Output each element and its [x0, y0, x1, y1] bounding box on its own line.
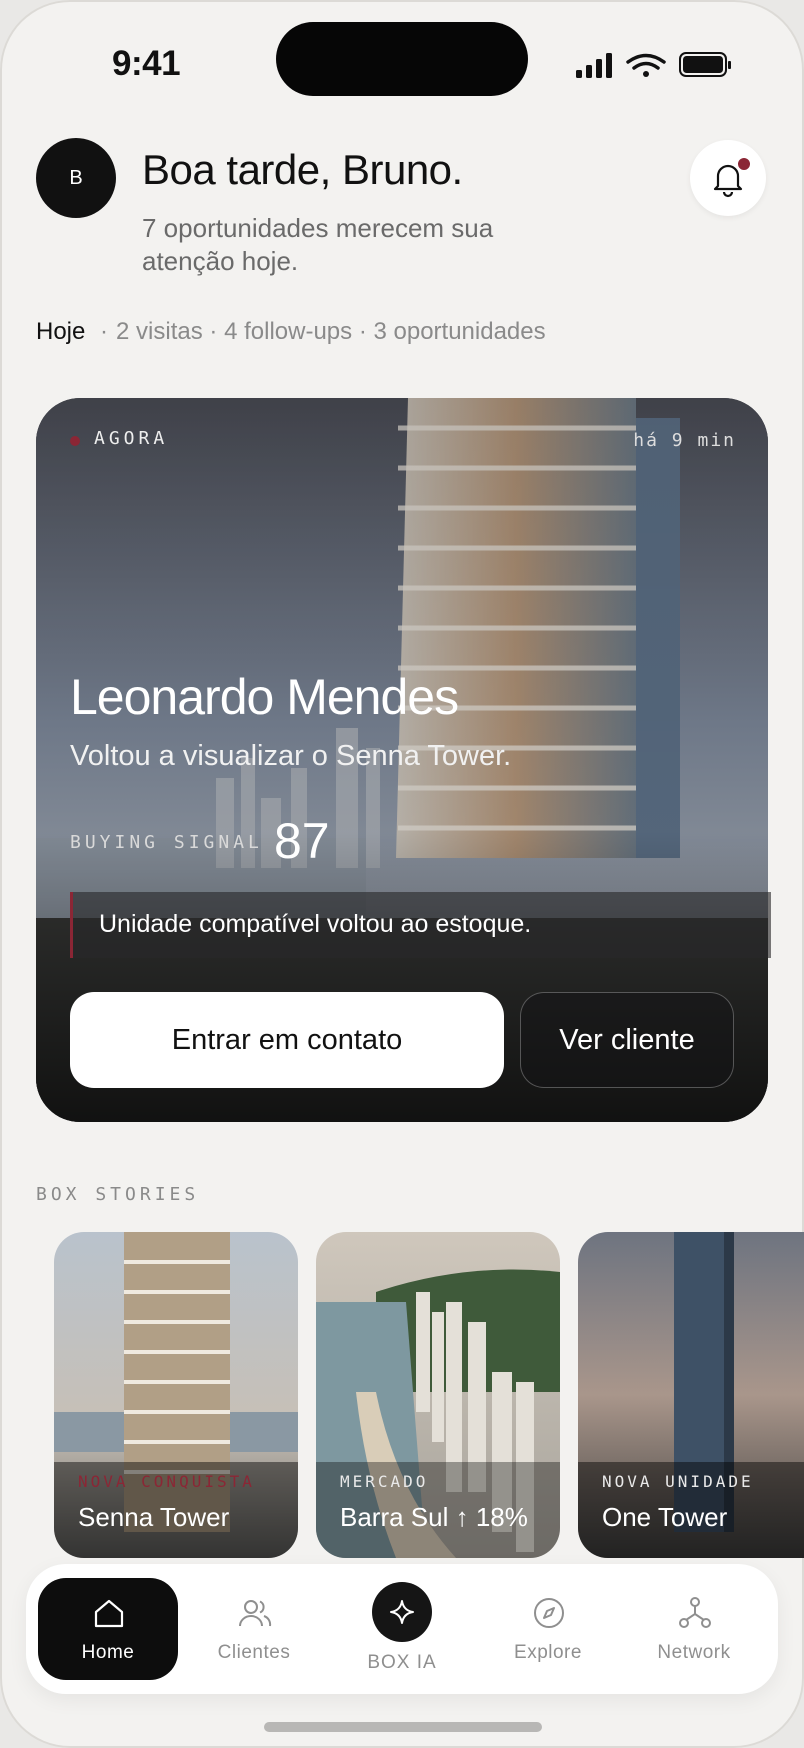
story-title: Barra Sul ↑ 18% [340, 1502, 528, 1532]
stories-section-label: BOX STORIES [36, 1184, 200, 1205]
summary-separator: · [100, 318, 109, 345]
avatar[interactable]: B [36, 138, 116, 218]
tab-explore-label: Explore [514, 1642, 582, 1663]
dynamic-island [276, 22, 528, 96]
tab-box-ia-label: BOX IA [367, 1652, 437, 1673]
notification-badge [736, 156, 752, 172]
live-status-dot [70, 436, 80, 446]
notifications-button[interactable] [690, 140, 766, 216]
greeting-subtitle: 7 oportunidades merecem sua atenção hoje… [142, 213, 494, 276]
story-tag: NOVA CONQUISTA [78, 1472, 255, 1491]
greeting-title: Boa tarde, Bruno. [142, 146, 463, 193]
lead-name: Leonardo Mendes [70, 669, 459, 725]
tab-home-label: Home [81, 1642, 135, 1663]
tab-network-label: Network [657, 1642, 731, 1663]
summary-visits: 2 visitas [116, 318, 203, 345]
tab-explore[interactable]: Explore [478, 1578, 618, 1680]
summary-opportunities: 3 oportunidades [373, 318, 546, 345]
users-icon [239, 1600, 272, 1627]
tab-network[interactable]: Network [624, 1578, 764, 1680]
tab-home[interactable]: Home [38, 1578, 178, 1680]
wifi-icon [626, 53, 666, 77]
story-tag: MERCADO [340, 1472, 429, 1491]
inventory-notice-text: Unidade compatível voltou ao estoque. [99, 910, 532, 938]
home-indicator [264, 1722, 542, 1732]
battery-icon [679, 52, 731, 77]
summary-separator: · [209, 318, 218, 345]
status-icons [576, 52, 731, 78]
summary-separator: · [358, 318, 367, 345]
tab-clientes-label: Clientes [217, 1642, 291, 1663]
bell-icon [713, 164, 743, 198]
tab-clientes[interactable]: Clientes [184, 1578, 324, 1680]
inventory-notice: Unidade compatível voltou ao estoque. [70, 892, 771, 958]
home-icon [94, 1599, 124, 1628]
live-status-label: AGORA [94, 428, 169, 449]
story-card[interactable]: NOVA CONQUISTA Senna Tower [54, 1232, 298, 1558]
story-title: One Tower [602, 1502, 728, 1532]
sparkle-icon [390, 1600, 414, 1624]
tab-box-ia[interactable] [372, 1582, 432, 1642]
today-summary: Hoje · 2 visitas · 4 follow-ups · 3 oport… [36, 318, 546, 346]
story-card[interactable]: NOVA UNIDADE One Tower [578, 1232, 804, 1558]
status-time: 9:41 [112, 44, 181, 83]
time-ago: há 9 min [633, 430, 736, 451]
summary-followups: 4 follow-ups [224, 318, 353, 345]
compass-icon [534, 1598, 564, 1628]
summary-today: Hoje [36, 318, 86, 345]
contact-button[interactable]: Entrar em contato [70, 992, 504, 1088]
view-client-button[interactable]: Ver cliente [520, 992, 734, 1088]
buying-signal-label: BUYING SIGNAL [70, 832, 263, 853]
buying-signal-score: 87 [274, 813, 330, 869]
avatar-initial: B [69, 166, 83, 189]
network-icon [679, 1597, 711, 1628]
cellular-signal-icon [576, 53, 612, 78]
phone-screen: 9:41 B Boa tarde, Bruno. 7 oportunidades… [0, 0, 804, 1748]
story-card[interactable]: MERCADO Barra Sul ↑ 18% [316, 1232, 560, 1558]
story-title: Senna Tower [78, 1502, 230, 1532]
story-tag: NOVA UNIDADE [602, 1472, 754, 1491]
lead-activity: Voltou a visualizar o Senna Tower. [70, 740, 512, 772]
